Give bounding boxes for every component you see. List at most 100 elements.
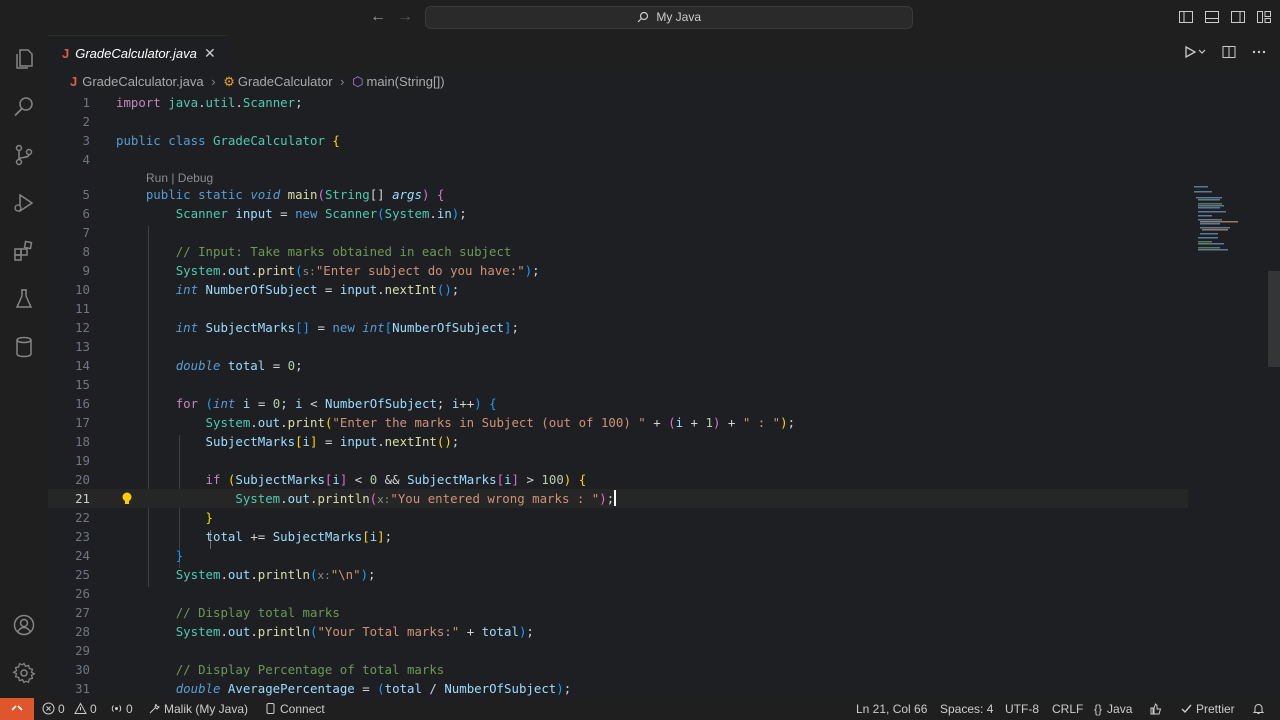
line-number: 1	[82, 95, 90, 110]
code-text: }	[205, 510, 213, 525]
code-line: 10 int NumberOfSubject = input.nextInt()…	[48, 280, 1188, 299]
code-line: 20 if (SubjectMarks[i] < 0 && SubjectMar…	[48, 470, 1188, 489]
forward-arrow-icon[interactable]: →	[397, 8, 413, 26]
code-line: 2	[48, 112, 1188, 131]
ports-indicator[interactable]: 0	[110, 698, 133, 720]
remote-indicator[interactable]	[0, 698, 34, 720]
line-number: 7	[82, 225, 90, 240]
check-icon	[1181, 704, 1192, 714]
line-number: 13	[75, 339, 90, 354]
encoding-setting[interactable]: UTF-8	[1005, 698, 1039, 720]
code-line: 16 for (int i = 0; i < NumberOfSubject; …	[48, 394, 1188, 413]
breadcrumb-class[interactable]: ⚙ GradeCalculator	[223, 74, 332, 89]
run-java-icon[interactable]	[1184, 45, 1206, 62]
code-line: 6 Scanner input = new Scanner(System.in)…	[48, 204, 1188, 223]
database-connect-icon	[266, 703, 275, 714]
breadcrumb-method[interactable]: ⬡ main(String[])	[352, 74, 444, 89]
vertical-scrollbar[interactable]	[1268, 271, 1280, 367]
accounts-icon[interactable]	[12, 613, 36, 637]
cursor-position[interactable]: Ln 21, Col 66	[856, 698, 927, 720]
code-text: System.out.println(x:"\n");	[175, 567, 376, 582]
search-icon[interactable]	[12, 95, 36, 119]
line-number: 17	[75, 415, 90, 430]
method-icon: ⬡	[352, 74, 364, 89]
code-editor[interactable]: 1 import java.util.Scanner; 2 3 public cla…	[48, 93, 1280, 698]
code-line: 18 SubjectMarks[i] = input.nextInt();	[48, 432, 1188, 451]
connect-button[interactable]: Connect	[264, 698, 325, 720]
prettier-status[interactable]: Prettier	[1180, 698, 1235, 720]
testing-flask-icon[interactable]	[12, 287, 36, 311]
run-and-debug-icon[interactable]	[12, 191, 36, 215]
line-number: 2	[82, 114, 90, 129]
java-file-icon: J	[70, 74, 78, 89]
ports-count: 0	[126, 702, 133, 716]
profile-label: Malik (My Java)	[164, 702, 249, 716]
split-editor-icon[interactable]	[1222, 45, 1236, 62]
close-tab-icon[interactable]: ✕	[204, 36, 216, 71]
editor-group: J GradeCalculator.java ✕ J GradeCalculator…	[48, 35, 1280, 698]
code-text: public class GradeCalculator {	[116, 133, 340, 148]
tab-gradecalculator-java[interactable]: J GradeCalculator.java ✕	[48, 35, 228, 71]
tools-icon	[149, 703, 161, 714]
profile-indicator[interactable]: Malik (My Java)	[148, 698, 248, 720]
breadcrumb-separator: ›	[340, 74, 345, 89]
line-number: 21	[75, 491, 90, 506]
code-text: }	[175, 548, 184, 563]
line-number: 5	[82, 187, 90, 202]
problems-indicator[interactable]: 0 0	[42, 698, 97, 720]
back-arrow-icon[interactable]: ←	[370, 8, 386, 26]
line-number: 4	[82, 152, 90, 167]
code-line: 30 // Display Percentage of total marks	[48, 660, 1188, 679]
breadcrumb-file-label: GradeCalculator.java	[82, 74, 204, 89]
warning-count: 0	[90, 702, 97, 716]
line-number: 25	[75, 567, 90, 582]
broadcast-icon	[111, 705, 122, 712]
breadcrumb-file[interactable]: J GradeCalculator.java	[70, 74, 204, 89]
code-text: System.out.print(s:"Enter subject do you…	[175, 263, 540, 278]
eol-setting[interactable]: CRLF	[1052, 698, 1083, 720]
database-icon[interactable]	[12, 335, 36, 359]
code-line: 5 public static void main(String[] args)…	[48, 185, 1188, 204]
feedback-icon[interactable]	[1149, 698, 1165, 720]
code-text: total += SubjectMarks[i];	[205, 529, 393, 544]
code-line: 31 double AveragePercentage = (total / N…	[48, 679, 1188, 698]
code-line: 15	[48, 375, 1188, 394]
toggle-secondary-sidebar-icon[interactable]	[1230, 9, 1246, 25]
code-line: 22 }	[48, 508, 1188, 527]
line-number: 27	[75, 605, 90, 620]
java-file-icon: J	[62, 46, 70, 61]
breadcrumb: J GradeCalculator.java › ⚙ GradeCalculator…	[48, 71, 1280, 93]
source-control-icon[interactable]	[12, 143, 36, 167]
line-number: 19	[75, 453, 90, 468]
command-center-search[interactable]: My Java	[425, 6, 913, 29]
language-mode[interactable]: {} Java	[1094, 698, 1132, 720]
minimap[interactable]	[1192, 185, 1238, 257]
workspace-name: My Java	[656, 10, 702, 24]
line-number: 20	[75, 472, 90, 487]
more-actions-icon[interactable]	[1252, 45, 1266, 62]
explorer-icon[interactable]	[12, 47, 36, 71]
line-number: 24	[75, 548, 90, 563]
indentation-setting[interactable]: Spaces: 4	[940, 698, 993, 720]
code-line: 8 // Input: Take marks obtained in each …	[48, 242, 1188, 261]
code-text: // Display Percentage of total marks	[175, 662, 445, 677]
toggle-panel-icon[interactable]	[1204, 9, 1220, 25]
line-number: 15	[75, 377, 90, 392]
code-text: if (SubjectMarks[i] < 0 && SubjectMarks[…	[205, 472, 587, 487]
code-line: 11	[48, 299, 1188, 318]
extensions-icon[interactable]	[12, 239, 36, 263]
warning-icon	[74, 702, 87, 714]
code-text: System.out.print("Enter the marks in Sub…	[205, 415, 796, 430]
toggle-primary-sidebar-icon[interactable]	[1178, 9, 1194, 25]
code-text: Scanner input = new Scanner(System.in);	[175, 206, 467, 221]
line-number: 29	[75, 643, 90, 658]
customize-layout-icon[interactable]	[1256, 9, 1272, 25]
title-bar: ← → My Java	[0, 0, 1280, 35]
code-text: import java.util.Scanner;	[116, 95, 303, 110]
code-text: for (int i = 0; i < NumberOfSubject; i++…	[175, 396, 497, 411]
line-number: 26	[75, 586, 90, 601]
notifications-icon[interactable]	[1252, 698, 1268, 720]
settings-gear-icon[interactable]	[12, 661, 36, 685]
code-text: public static void main(String[] args) {	[145, 187, 445, 202]
error-count: 0	[58, 702, 65, 716]
